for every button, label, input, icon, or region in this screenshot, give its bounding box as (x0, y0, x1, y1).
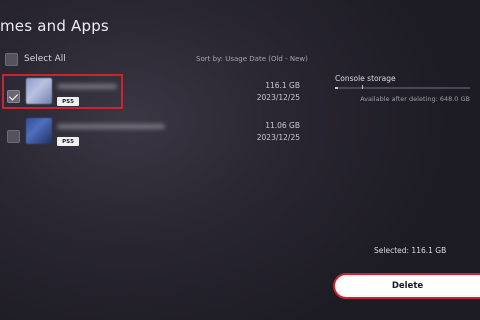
storage-marker (362, 85, 363, 89)
sort-by-label[interactable]: Sort by: Usage Date (Old - New) (196, 55, 308, 63)
game-title-blurred (57, 124, 165, 129)
game-size: 116.1 GB (265, 81, 300, 90)
select-all-checkbox[interactable] (5, 52, 18, 66)
ps5-badge: PS5 (57, 137, 79, 146)
storage-bar-fill (335, 87, 338, 89)
game-checkbox[interactable] (7, 130, 20, 143)
page-title: mes and Apps (0, 17, 109, 35)
selected-total: Selected: 116.1 GB (374, 246, 447, 255)
game-size: 11.06 GB (265, 121, 300, 130)
game-title-blurred (57, 84, 117, 89)
delete-button-label: Delete (391, 281, 424, 291)
game-date: 2023/12/25 (256, 93, 300, 102)
game-row[interactable]: PS5 11.06 GB 2023/12/25 (0, 118, 310, 156)
game-thumbnail (26, 118, 52, 144)
game-row[interactable]: PS5 116.1 GB 2023/12/25 (0, 78, 310, 116)
available-after-deleting: Available after deleting: 648.0 GB (360, 95, 470, 103)
storage-label: Console storage (335, 74, 396, 83)
select-all-label: Select All (24, 54, 66, 64)
game-thumbnail (26, 78, 52, 104)
check-icon (8, 90, 19, 101)
game-date: 2023/12/25 (256, 133, 300, 142)
game-checkbox[interactable] (7, 90, 20, 103)
select-all-toggle[interactable]: Select All (5, 52, 66, 66)
delete-button[interactable]: Delete (333, 273, 480, 299)
storage-bar (335, 87, 470, 89)
ps5-badge: PS5 (57, 97, 79, 106)
